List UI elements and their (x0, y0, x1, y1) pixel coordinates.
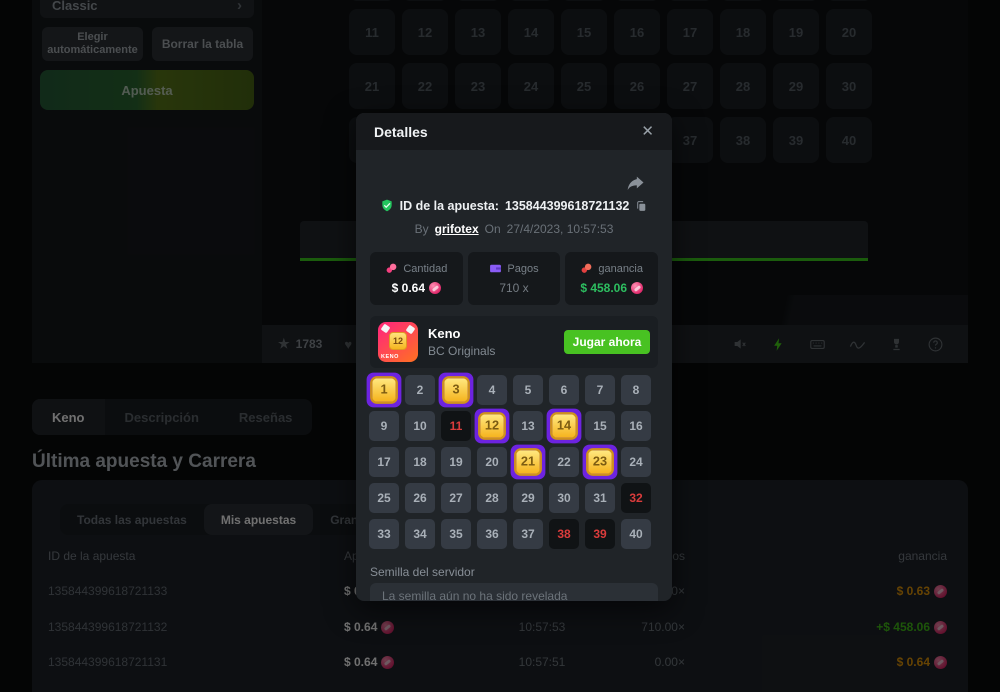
bet-number-7: 7 (585, 375, 615, 405)
bet-number-10: 10 (405, 411, 435, 441)
close-icon[interactable]: ✕ (641, 124, 654, 139)
bet-number-3: 3 (439, 373, 474, 408)
wallet-icon (489, 262, 502, 275)
bet-number-14: 14 (547, 409, 582, 444)
bet-number-21: 21 (511, 445, 546, 480)
bet-number-26: 26 (405, 483, 435, 513)
bet-number-30: 30 (549, 483, 579, 513)
bet-number-9: 9 (369, 411, 399, 441)
bet-number-1: 1 (367, 373, 402, 408)
bet-number-39: 39 (585, 519, 615, 549)
bet-number-35: 35 (441, 519, 471, 549)
bet-id-label: ID de la apuesta: (400, 199, 499, 213)
coins-red-icon (580, 262, 593, 275)
bet-number-32: 32 (621, 483, 651, 513)
copy-icon[interactable] (635, 200, 648, 213)
bcd-coin-icon (429, 282, 441, 294)
bet-number-16: 16 (621, 411, 651, 441)
game-meta: Keno BC Originals (428, 326, 495, 358)
bcd-coin-icon (631, 282, 643, 294)
bet-number-29: 29 (513, 483, 543, 513)
bet-id-value: 135844399618721132 (505, 199, 629, 213)
bet-number-23: 23 (583, 445, 618, 480)
keno-game-icon: 12 KENO (378, 322, 418, 362)
modal-title: Detalles (374, 124, 428, 140)
bet-number-4: 4 (477, 375, 507, 405)
bet-id-row: ID de la apuesta: 135844399618721132 (356, 199, 672, 213)
play-now-button[interactable]: Jugar ahora (564, 330, 650, 354)
bet-number-28: 28 (477, 483, 507, 513)
keno-page: Classic › Elegir automáticamente Borrar … (0, 0, 1000, 692)
bet-number-17: 17 (369, 447, 399, 477)
bet-number-12: 12 (475, 409, 510, 444)
bet-number-40: 40 (621, 519, 651, 549)
bet-number-27: 27 (441, 483, 471, 513)
modal-header: Detalles ✕ (356, 113, 672, 150)
bet-number-36: 36 (477, 519, 507, 549)
bet-number-15: 15 (585, 411, 615, 441)
bet-number-24: 24 (621, 447, 651, 477)
coins-pink-icon (385, 262, 398, 275)
bet-stats-row: Cantidad $ 0.64 Pagos 710 x ganancia $ 4… (370, 252, 658, 305)
bet-meta-row: By grifotex On 27/4/2023, 10:57:53 (356, 222, 672, 236)
bet-number-11: 11 (441, 411, 471, 441)
stat-payout: Pagos 710 x (468, 252, 561, 305)
game-provider: BC Originals (428, 344, 495, 358)
by-label: By (415, 222, 429, 236)
bet-number-38: 38 (549, 519, 579, 549)
bet-number-2: 2 (405, 375, 435, 405)
bet-number-25: 25 (369, 483, 399, 513)
bet-number-34: 34 (405, 519, 435, 549)
bet-number-31: 31 (585, 483, 615, 513)
bet-number-5: 5 (513, 375, 543, 405)
verified-icon (380, 199, 394, 213)
game-title: Keno (428, 326, 495, 341)
stat-profit: ganancia $ 458.06 (565, 252, 658, 305)
bet-number-33: 33 (369, 519, 399, 549)
modal-number-grid: 1234567891011121314151617181920212223242… (369, 375, 651, 549)
bet-number-6: 6 (549, 375, 579, 405)
bet-number-13: 13 (513, 411, 543, 441)
bet-number-37: 37 (513, 519, 543, 549)
share-icon[interactable] (626, 175, 646, 200)
on-label: On (485, 222, 501, 236)
bet-datetime: 27/4/2023, 10:57:53 (507, 222, 614, 236)
bet-number-18: 18 (405, 447, 435, 477)
server-seed-label: Semilla del servidor (370, 565, 475, 579)
game-card: 12 KENO Keno BC Originals Jugar ahora (370, 316, 658, 368)
server-seed-value: La semilla aún no ha sido revelada (370, 583, 658, 601)
bet-number-20: 20 (477, 447, 507, 477)
bet-details-modal: Detalles ✕ ID de la apuesta: 13584439961… (356, 113, 672, 601)
username-link[interactable]: grifotex (435, 222, 479, 236)
bet-number-8: 8 (621, 375, 651, 405)
stat-amount: Cantidad $ 0.64 (370, 252, 463, 305)
bet-number-19: 19 (441, 447, 471, 477)
bet-number-22: 22 (549, 447, 579, 477)
